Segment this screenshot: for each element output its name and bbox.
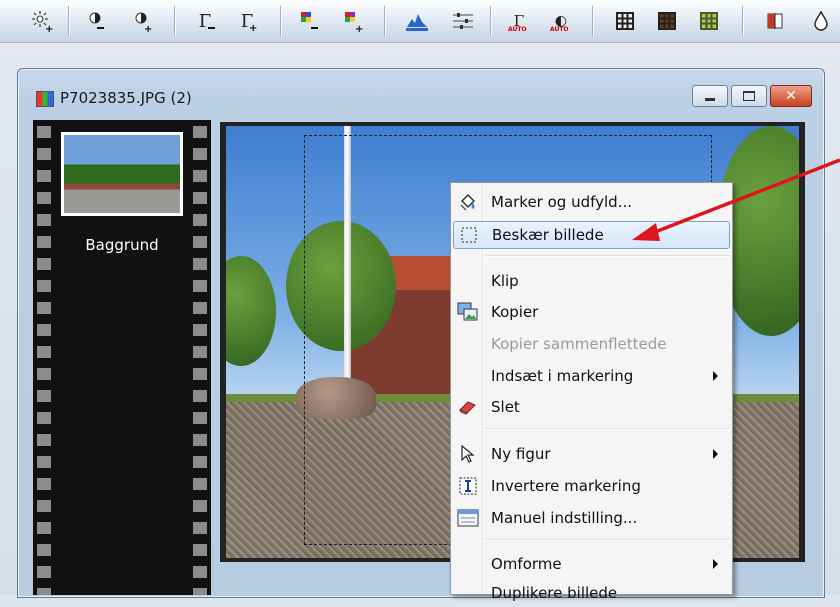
menu-item-label: Klip: [491, 272, 519, 290]
context-menu: Marker og udfyld... Beskær billede Klip …: [450, 182, 733, 602]
menu-item-label: Kopier: [491, 303, 539, 321]
gamma-minus-icon[interactable]: Γ: [192, 8, 218, 34]
menu-item-invert-selection[interactable]: Invertere markering: [453, 472, 730, 500]
menu-item-delete[interactable]: Slet: [453, 393, 730, 421]
maximize-button[interactable]: [731, 85, 767, 107]
toolbar-separator: [68, 6, 69, 36]
toolbar-separator: [174, 6, 175, 36]
toolbar-separator: [742, 6, 743, 36]
menu-item-mark-and-fill[interactable]: Marker og udfyld...: [453, 188, 730, 216]
eraser-icon: [453, 393, 483, 421]
contrast-minus-icon[interactable]: [84, 8, 110, 34]
auto-contrast-icon[interactable]: ◐ AUTO: [548, 8, 574, 34]
submenu-arrow-icon: [713, 559, 718, 569]
menu-item-label: Duplikere billede: [491, 584, 618, 602]
tree: [226, 255, 276, 366]
menu-item-label: Manuel indstilling...: [491, 509, 638, 527]
maximize-icon: [743, 91, 755, 101]
svg-text:+: +: [144, 24, 152, 33]
levels-icon[interactable]: [450, 8, 476, 34]
auto-badge: AUTO: [550, 26, 569, 33]
toolbar-separator: [384, 6, 385, 36]
gamma-plus-icon[interactable]: Γ +: [234, 8, 260, 34]
transform-icon: [453, 550, 483, 578]
menu-item-label: Omforme: [491, 555, 562, 573]
fill-bucket-icon: [453, 188, 483, 216]
image-file-icon: [36, 91, 54, 107]
dark-grid-icon[interactable]: [654, 8, 680, 34]
manual-setting-icon: [453, 504, 483, 532]
layer-filmstrip: Baggrund: [33, 120, 211, 595]
cut-icon: [453, 267, 483, 295]
menu-item-copy-merged[interactable]: Kopier sammenflettede: [453, 330, 730, 358]
menu-item-crop-image[interactable]: Beskær billede: [453, 221, 730, 249]
menu-separator: [485, 255, 730, 257]
film-perforations: [193, 120, 207, 595]
svg-text:+: +: [45, 24, 53, 33]
copy-merged-icon: [453, 330, 483, 358]
close-icon: ✕: [785, 88, 797, 104]
contrast-plus-icon[interactable]: +: [130, 8, 156, 34]
grid-icon[interactable]: [612, 8, 638, 34]
copy-image-icon: [453, 298, 483, 326]
menu-separator: [485, 428, 730, 430]
submenu-arrow-icon: [713, 371, 718, 381]
paste-icon: [453, 362, 483, 390]
menu-item-cut[interactable]: Klip: [453, 267, 730, 295]
menu-item-copy[interactable]: Kopier: [453, 298, 730, 326]
toolbar-separator: [490, 6, 491, 36]
layer-label: Baggrund: [85, 236, 159, 254]
thumbnail-image: [64, 135, 180, 213]
menu-item-new-shape[interactable]: Ny figur: [453, 440, 730, 468]
menu-item-label: Marker og udfyld...: [491, 193, 632, 211]
window-controls: ✕: [692, 85, 812, 107]
histogram-icon[interactable]: [404, 8, 430, 34]
close-button[interactable]: ✕: [770, 85, 812, 107]
brightness-plus-icon[interactable]: +: [28, 8, 54, 34]
menu-item-label: Slet: [491, 398, 520, 416]
menu-item-label: Beskær billede: [492, 226, 604, 244]
menu-item-label: Kopier sammenflettede: [491, 335, 667, 353]
submenu-arrow-icon: [713, 449, 718, 459]
invert-selection-icon: [453, 472, 483, 500]
green-grid-icon[interactable]: [696, 8, 722, 34]
menu-separator: [485, 539, 730, 541]
drop-icon[interactable]: [808, 8, 834, 34]
color-minus-icon[interactable]: [296, 8, 322, 34]
minimize-button[interactable]: [692, 85, 728, 107]
menu-item-manual-setting[interactable]: Manuel indstilling...: [453, 504, 730, 532]
crop-selection-icon: [454, 221, 484, 249]
window-title: P7023835.JPG (2): [60, 89, 192, 107]
minimize-icon: [705, 97, 715, 101]
image-toolbar: + + Γ Γ + + Γ AUTO ◐ AUTO: [0, 0, 840, 43]
svg-text:+: +: [249, 23, 257, 32]
menu-item-transform[interactable]: Omforme: [453, 550, 730, 578]
menu-item-label: Indsæt i markering: [491, 367, 634, 385]
split-view-icon[interactable]: [762, 8, 788, 34]
menu-item-label: Ny figur: [491, 445, 551, 463]
menu-item-duplicate-image[interactable]: Duplikere billede: [453, 579, 730, 607]
menu-item-paste-into-selection[interactable]: Indsæt i markering: [453, 362, 730, 390]
film-perforations: [37, 120, 51, 595]
toolbar-separator: [592, 6, 593, 36]
layer-thumbnail[interactable]: [61, 132, 183, 216]
svg-text:+: +: [355, 24, 363, 33]
cursor-icon: [453, 440, 483, 468]
color-plus-icon[interactable]: +: [340, 8, 366, 34]
auto-badge: AUTO: [508, 26, 527, 33]
menu-item-label: Invertere markering: [491, 477, 641, 495]
auto-gamma-icon[interactable]: Γ AUTO: [506, 8, 532, 34]
duplicate-icon: [453, 579, 483, 607]
toolbar-separator: [280, 6, 281, 36]
